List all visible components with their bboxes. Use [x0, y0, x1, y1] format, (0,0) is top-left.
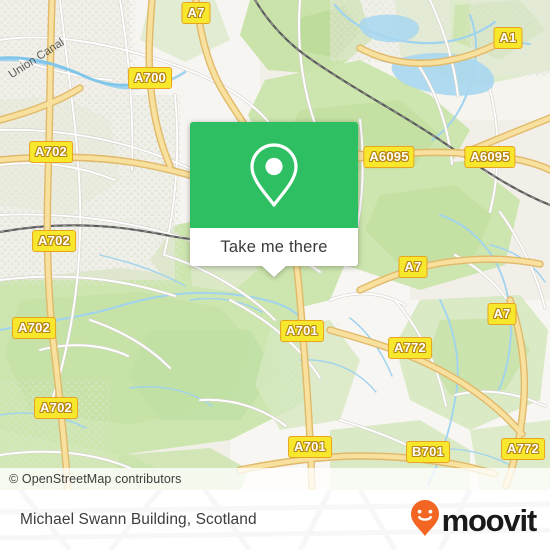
shield-b701[interactable]: B701	[406, 441, 450, 463]
page-title: Michael Swann Building, Scotland	[20, 511, 257, 528]
shield-a772-2[interactable]: A772	[501, 438, 545, 460]
footer-content: Michael Swann Building, Scotland moovit	[0, 490, 550, 550]
attribution-text: © OpenStreetMap contributors	[9, 472, 182, 486]
shield-a702-1[interactable]: A702	[29, 141, 73, 163]
popup-footer[interactable]: Take me there	[190, 228, 358, 277]
moovit-pin-icon	[410, 499, 440, 542]
shield-a6095-right[interactable]: A6095	[464, 146, 516, 168]
popup-pointer-tail	[262, 266, 286, 277]
shield-a6095-left[interactable]: A6095	[363, 146, 415, 168]
shield-a702-4[interactable]: A702	[34, 397, 78, 419]
moovit-map-card: Union Canal A7 A1 A700 A702 A6095 A6095 …	[0, 0, 550, 550]
shield-a7-right[interactable]: A7	[487, 303, 517, 325]
shield-a701-1[interactable]: A701	[280, 320, 324, 342]
shield-a701-2[interactable]: A701	[288, 436, 332, 458]
map-attribution: © OpenStreetMap contributors	[0, 468, 550, 490]
shield-a7-mid[interactable]: A7	[398, 256, 428, 278]
shield-a702-3[interactable]: A702	[12, 317, 56, 339]
shield-a772-1[interactable]: A772	[388, 337, 432, 359]
map-pin-icon	[248, 142, 300, 208]
moovit-logo[interactable]: moovit	[410, 499, 538, 542]
popup-header	[190, 122, 358, 228]
shield-a700[interactable]: A700	[128, 67, 172, 89]
map-canvas[interactable]: Union Canal A7 A1 A700 A702 A6095 A6095 …	[0, 0, 550, 490]
shield-a7-top[interactable]: A7	[181, 2, 211, 24]
moovit-wordmark: moovit	[441, 502, 538, 538]
shield-a702-2[interactable]: A702	[32, 230, 76, 252]
footer-bar: Michael Swann Building, Scotland moovit	[0, 490, 550, 550]
location-popup[interactable]: Take me there	[190, 122, 358, 277]
take-me-there-label: Take me there	[220, 237, 328, 256]
shield-a1[interactable]: A1	[493, 27, 523, 49]
